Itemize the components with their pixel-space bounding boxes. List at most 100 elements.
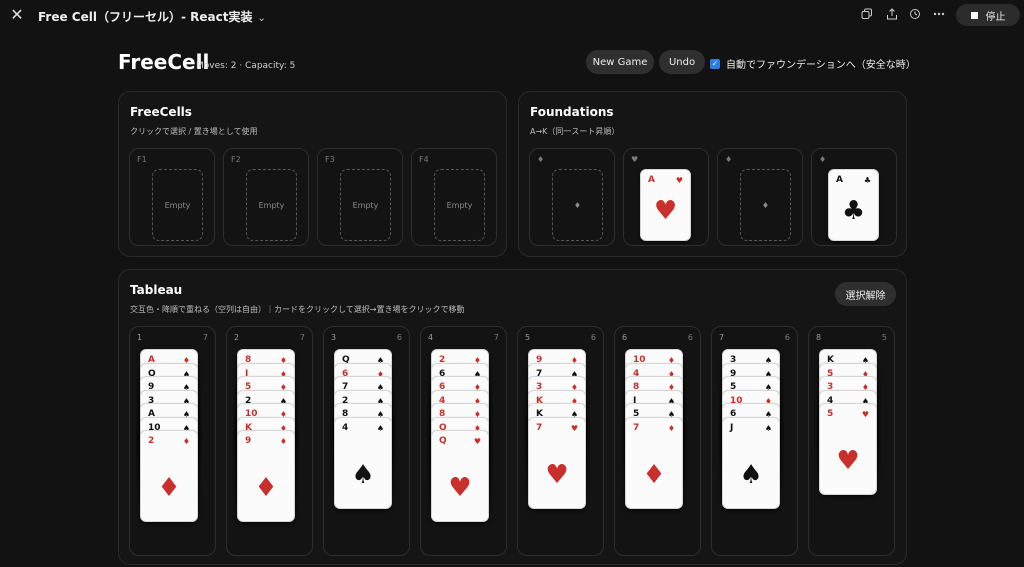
card-suit: ♦: [279, 437, 287, 446]
card-suit: ♥: [473, 437, 481, 446]
pile-suit-label: ♦: [819, 155, 827, 164]
card-center-suit: ♦: [642, 459, 666, 490]
freecells-subtitle: クリックで選択 / 置き場として使用: [130, 127, 258, 136]
column-number: 6: [622, 333, 628, 342]
card-center-suit: ♦: [157, 473, 181, 503]
tableau-column[interactable]: 8 5 K ♠ 5 ♦ 3 ♦ 4 ♠ 5 ♥ ♥: [808, 326, 895, 556]
window-title-text: Free Cell（フリーセル）- React実装: [38, 10, 253, 24]
chevron-down-icon[interactable]: ⌄: [257, 13, 265, 24]
top-bar: ✕ Free Cell（フリーセル）- React実装 ⌄ 停止: [0, 0, 1024, 31]
playing-card[interactable]: A ♣ ♣: [828, 169, 879, 241]
empty-placeholder: Empty: [434, 169, 485, 241]
playing-card[interactable]: 7 ♦ ♦: [625, 416, 683, 509]
tableau-column[interactable]: 5 6 9 ♦ 7 ♠ 3 ♦ K ♦ K ♠ 7 ♥ ♥: [517, 326, 604, 556]
empty-placeholder: Empty: [152, 169, 203, 241]
close-icon[interactable]: ✕: [8, 6, 26, 24]
share-icon[interactable]: [885, 8, 899, 22]
tableau-column[interactable]: 2 7 8 ♦ J ♦ 5 ♦ 2 ♠ 10 ♦ K ♦ 9 ♦ ♦: [226, 326, 313, 556]
card-suit: ♥: [570, 423, 578, 433]
card-center-suit: ♥: [448, 473, 472, 503]
copy-icon[interactable]: [860, 8, 874, 22]
tableau-column[interactable]: 6 6 10 ♦ 4 ♦ 8 ♦ J ♠ 5 ♠ 7 ♦ ♦: [614, 326, 701, 556]
column-number: 8: [816, 333, 822, 342]
freecells-title: FreeCells: [130, 105, 192, 119]
tableau-column[interactable]: 7 6 3 ♠ 9 ♠ 5 ♠ 10 ♦ 6 ♠ J ♠ ♠: [711, 326, 798, 556]
card-center-suit: ♦: [254, 473, 278, 503]
moves-capacity: Moves: 2 · Capacity: 5: [196, 61, 296, 71]
card-center-suit: ♥: [836, 446, 860, 476]
playing-card[interactable]: 4 ♠ ♠: [334, 416, 392, 509]
foundation-pile[interactable]: ♥ A ♥ ♥: [623, 148, 709, 246]
tableau-title: Tableau: [130, 283, 183, 297]
foundations-panel: Foundations A→K（同一スート昇順） ♦ ♦ ♥ A ♥ ♥ ♦ ♦…: [518, 91, 907, 257]
card-rank: A: [836, 175, 843, 185]
card-suit: ♠: [376, 423, 384, 433]
card-rank: 2: [148, 436, 155, 446]
empty-placeholder: Empty: [340, 169, 391, 241]
tableau-subtitle: 交互色・降順で重ねる（空列は自由）｜カードをクリックして選択→置き場をクリックで…: [130, 305, 465, 314]
playing-card[interactable]: 5 ♥ ♥: [819, 403, 877, 495]
card-rank: 9: [245, 436, 252, 446]
column-number: 5: [525, 333, 531, 342]
playing-card[interactable]: 9 ♦ ♦: [237, 430, 295, 522]
column-count: 7: [493, 333, 499, 342]
auto-foundation-toggle[interactable]: ✓ 自動でファウンデーションへ（安全な時）: [710, 56, 916, 71]
more-icon[interactable]: [932, 8, 946, 22]
clear-selection-button[interactable]: 選択解除: [835, 282, 896, 306]
card-suit: ♣: [863, 176, 871, 185]
stop-icon: [970, 11, 978, 19]
empty-placeholder: Empty: [246, 169, 297, 241]
slot-label: F2: [231, 155, 241, 164]
card-suit: ♦: [667, 423, 675, 433]
tableau-column[interactable]: 4 7 2 ♦ 6 ♠ 6 ♦ 4 ♦ 8 ♦ Q ♦ Q ♥ ♥: [420, 326, 507, 556]
card-rank: J: [730, 422, 734, 433]
card-suit: ♥: [675, 176, 683, 185]
foundation-pile[interactable]: ♦ ♦: [529, 148, 615, 246]
playing-card[interactable]: J ♠ ♠: [722, 416, 780, 509]
freecell-slot[interactable]: F4 Empty: [411, 148, 497, 246]
new-game-button[interactable]: New Game: [586, 50, 654, 74]
card-center-suit: ♠: [351, 459, 375, 490]
slot-label: F1: [137, 155, 147, 164]
card-suit: ♦: [182, 437, 190, 446]
pile-suit-label: ♦: [537, 155, 545, 164]
card-suit: ♥: [861, 410, 869, 419]
foundation-pile[interactable]: ♦ A ♣ ♣: [811, 148, 897, 246]
history-icon[interactable]: [908, 8, 922, 22]
column-count: 6: [784, 333, 790, 342]
column-count: 6: [687, 333, 693, 342]
window-title[interactable]: Free Cell（フリーセル）- React実装 ⌄: [38, 8, 266, 25]
playing-card[interactable]: A ♥ ♥: [640, 169, 691, 241]
stop-button[interactable]: 停止: [956, 4, 1020, 26]
card-rank: A: [648, 175, 655, 185]
card-suit: ♠: [764, 423, 772, 433]
card-rank: 4: [342, 422, 349, 433]
freecells-panel: FreeCells クリックで選択 / 置き場として使用 F1 Empty F2…: [118, 91, 507, 257]
empty-placeholder: ♦: [552, 169, 603, 241]
freecell-slot[interactable]: F1 Empty: [129, 148, 215, 246]
card-rank: 7: [536, 422, 543, 433]
tableau-column[interactable]: 3 6 Q ♠ 6 ♦ 7 ♠ 2 ♠ 8 ♠ 4 ♠ ♠: [323, 326, 410, 556]
pile-suit-label: ♥: [631, 155, 639, 164]
foundation-pile[interactable]: ♦ ♦: [717, 148, 803, 246]
column-count: 7: [202, 333, 208, 342]
playing-card[interactable]: 7 ♥ ♥: [528, 416, 586, 509]
empty-placeholder: ♦: [740, 169, 791, 241]
checkbox-icon[interactable]: ✓: [710, 58, 720, 69]
playing-card[interactable]: Q ♥ ♥: [431, 430, 489, 522]
tableau-column[interactable]: 1 7 A ♦ Q ♠ 9 ♠ 3 ♠ A ♠ 10 ♠ 2 ♦ ♦: [129, 326, 216, 556]
slot-label: F3: [325, 155, 335, 164]
tableau-panel: Tableau 交互色・降順で重ねる（空列は自由）｜カードをクリックして選択→置…: [118, 269, 907, 565]
freecell-slot[interactable]: F2 Empty: [223, 148, 309, 246]
foundations-title: Foundations: [530, 105, 614, 119]
playing-card[interactable]: 2 ♦ ♦: [140, 430, 198, 522]
undo-button[interactable]: Undo: [659, 50, 705, 74]
pile-suit-label: ♦: [725, 155, 733, 164]
card-center-suit: ♣: [841, 196, 866, 226]
column-number: 7: [719, 333, 725, 342]
freecell-slot[interactable]: F3 Empty: [317, 148, 403, 246]
column-number: 1: [137, 333, 143, 342]
column-count: 6: [396, 333, 402, 342]
column-number: 3: [331, 333, 337, 342]
card-center-suit: ♥: [653, 196, 678, 226]
